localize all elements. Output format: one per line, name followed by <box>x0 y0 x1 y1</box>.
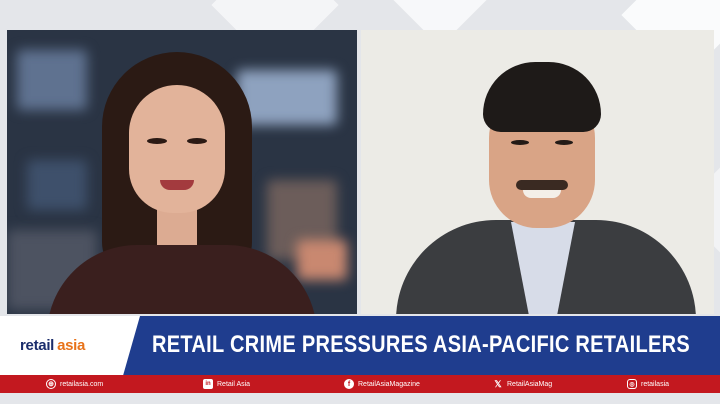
video-feed-host <box>7 30 357 314</box>
social-facebook[interactable]: f RetailAsiaMagazine <box>344 375 420 393</box>
social-facebook-label: RetailAsiaMagazine <box>358 380 420 388</box>
x-twitter-icon: 𝕏 <box>494 378 502 389</box>
social-website[interactable]: ⊕ retailasia.com <box>46 375 103 393</box>
logo-asia-text: asia <box>57 337 86 354</box>
linkedin-icon: in <box>203 379 213 389</box>
host-face <box>129 85 225 213</box>
social-instagram[interactable]: ◎ retailasia <box>627 375 669 393</box>
web-globe-icon: ⊕ <box>46 379 56 389</box>
social-instagram-label: retailasia <box>641 380 670 388</box>
bottom-strip <box>0 393 720 404</box>
guest-hair <box>483 62 601 132</box>
social-links-bar: ⊕ retailasia.com in Retail Asia f Retail… <box>0 375 720 393</box>
headline-text: RETAIL CRIME PRESSURES ASIA-PACIFIC RETA… <box>152 331 690 358</box>
social-linkedin-label: Retail Asia <box>217 380 251 388</box>
headline-banner: RETAIL CRIME PRESSURES ASIA-PACIFIC RETA… <box>122 316 720 375</box>
social-linkedin[interactable]: in Retail Asia <box>203 375 250 393</box>
social-x-label: RetailAsiaMag <box>507 380 553 388</box>
retail-asia-logo: retail asia <box>0 316 140 375</box>
facebook-icon: f <box>344 379 354 389</box>
social-website-label: retailasia.com <box>60 380 104 388</box>
video-feed-guest <box>361 30 714 314</box>
social-x[interactable]: 𝕏 RetailAsiaMag <box>493 375 552 393</box>
instagram-icon: ◎ <box>627 379 637 389</box>
logo-retail-text: retail <box>20 337 55 354</box>
